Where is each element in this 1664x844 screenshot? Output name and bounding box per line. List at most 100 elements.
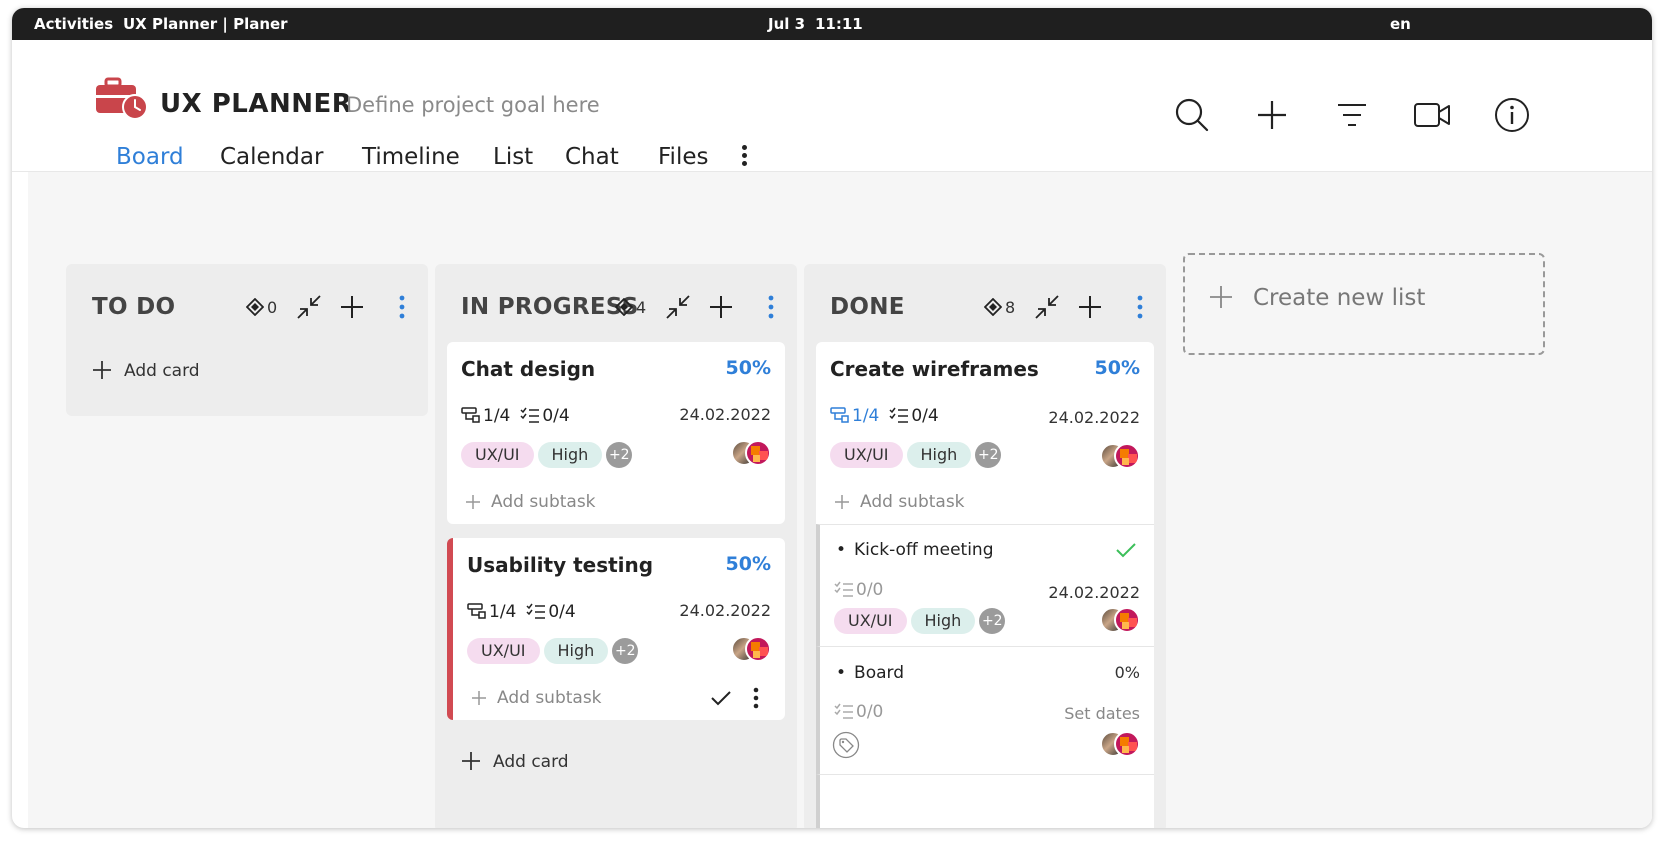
subtasks-icon[interactable] (830, 406, 850, 424)
subtask-name[interactable]: • Kick-off meeting (836, 540, 994, 560)
add-card-plus-icon[interactable] (706, 292, 736, 322)
project-title[interactable]: UX PLANNER (160, 89, 352, 119)
tag-chip[interactable]: High (537, 442, 603, 468)
add-card-button[interactable]: Add card (461, 751, 569, 772)
column-title[interactable]: TO DO (92, 294, 175, 320)
diamond-icon (614, 297, 634, 317)
filter-icon[interactable] (1332, 95, 1372, 135)
subtask-name[interactable]: • Board (836, 663, 904, 683)
tag-chip[interactable]: UX/UI (467, 638, 540, 664)
task-card[interactable]: Chat design 50% 1/4 0/4 24.02.2022 UX/UI H… (447, 342, 785, 524)
search-icon[interactable] (1172, 95, 1212, 135)
tag-chip[interactable]: High (906, 442, 972, 468)
system-date[interactable]: Jul 3 (768, 15, 805, 33)
app-header: UX PLANNER Define project goal here Boar… (12, 40, 1652, 180)
add-subtask-button[interactable]: Add subtask (465, 492, 596, 512)
plus-icon (466, 495, 480, 509)
tabs-more-icon[interactable] (734, 142, 754, 172)
checklist-icon (834, 703, 853, 719)
column-menu-icon[interactable] (756, 292, 786, 322)
add-card-plus-icon[interactable] (1075, 292, 1105, 322)
card-tags: UX/UI High +2 (467, 638, 642, 664)
card-count: 8 (983, 297, 1015, 317)
more-tags-badge[interactable]: +2 (606, 442, 633, 468)
card-menu-icon[interactable] (749, 686, 763, 710)
card-meta: 1/4 0/4 (830, 406, 939, 426)
info-icon[interactable] (1492, 95, 1532, 135)
assignee-avatars[interactable] (731, 636, 773, 662)
more-tags-badge[interactable]: +2 (975, 442, 1002, 468)
collapse-icon[interactable] (1032, 292, 1062, 322)
create-new-list-label: Create new list (1253, 285, 1426, 311)
column-in-progress: IN PROGRESS 4 Chat design 50% 1/4 0/4 24.… (435, 264, 797, 828)
card-count: 4 (614, 297, 646, 317)
tag-chip[interactable]: High (543, 638, 609, 664)
checkmark-icon[interactable] (709, 686, 733, 710)
assignee-avatars[interactable] (731, 440, 773, 466)
task-card[interactable]: Create wireframes 50% 1/4 0/4 24.02.2022 … (816, 342, 1154, 524)
tag-chip[interactable]: UX/UI (830, 442, 903, 468)
card-due-date[interactable]: 24.02.2022 (679, 601, 771, 620)
tag-icon[interactable] (832, 731, 860, 759)
add-card-button[interactable]: Add card (92, 360, 200, 381)
plus-icon (1210, 286, 1232, 308)
avatar (1114, 731, 1140, 757)
checklist-icon (889, 407, 909, 423)
tag-chip[interactable]: UX/UI (834, 608, 907, 634)
column-title[interactable]: DONE (830, 294, 905, 320)
card-progress: 50% (1094, 357, 1140, 379)
video-icon[interactable] (1412, 95, 1452, 135)
collapse-icon[interactable] (663, 292, 693, 322)
subtasks-icon (461, 407, 480, 423)
activities-button[interactable]: Activities (34, 15, 113, 33)
avatar (745, 440, 771, 466)
add-subtask-button[interactable]: Add subtask (471, 688, 602, 708)
add-card-plus-icon[interactable] (337, 292, 367, 322)
set-dates-link[interactable]: Set dates (1064, 704, 1140, 723)
card-meta: 1/4 0/4 (467, 602, 576, 622)
plus-icon[interactable] (1252, 95, 1292, 135)
checklist-icon (520, 407, 540, 423)
more-tags-badge[interactable]: +2 (979, 608, 1006, 634)
column-menu-icon[interactable] (1125, 292, 1155, 322)
subtask-item[interactable] (816, 774, 1154, 828)
assignee-avatars[interactable] (1100, 607, 1142, 633)
subtask-progress: 0% (1114, 663, 1140, 682)
column-title[interactable]: IN PROGRESS (461, 294, 639, 320)
system-time[interactable]: 11:11 (815, 15, 863, 33)
card-tags: UX/UI High +2 (830, 442, 1005, 468)
diamond-icon (983, 297, 1003, 317)
card-progress: 50% (725, 553, 771, 575)
subtask-item[interactable]: • Board 0% 0/0 Set dates (816, 646, 1154, 774)
tag-chip[interactable]: High (910, 608, 976, 634)
subtask-checklist: 0/0 (834, 702, 883, 722)
language-indicator[interactable]: en (1390, 15, 1411, 33)
tag-chip[interactable]: UX/UI (461, 442, 534, 468)
add-subtask-button[interactable]: Add subtask (834, 492, 965, 512)
subtask-due-date[interactable]: 24.02.2022 (1048, 583, 1140, 602)
assignee-avatars[interactable] (1100, 731, 1142, 757)
more-tags-badge[interactable]: +2 (612, 638, 639, 664)
project-goal-input[interactable]: Define project goal here (346, 93, 600, 117)
subtasks-icon (467, 603, 486, 619)
plus-icon (462, 752, 480, 770)
task-card[interactable]: Usability testing 50% 1/4 0/4 24.02.2022 … (447, 538, 785, 720)
done-checkmark-icon[interactable] (1114, 539, 1138, 561)
column-menu-icon[interactable] (387, 292, 417, 322)
briefcase-clock-icon (96, 77, 148, 120)
card-title[interactable]: Chat design (461, 357, 595, 381)
assignee-avatars[interactable] (1100, 443, 1142, 469)
column-todo: TO DO 0 Add card (66, 264, 428, 416)
subtask-item[interactable]: • Kick-off meeting 0/0 24.02.2022 UX/UI Hi… (816, 524, 1154, 646)
checklist-icon (526, 603, 546, 619)
card-count: 0 (245, 297, 277, 317)
avatar (1114, 443, 1140, 469)
collapse-icon[interactable] (294, 292, 324, 322)
card-due-date[interactable]: 24.02.2022 (1048, 408, 1140, 427)
subtask-tags: UX/UI High +2 (834, 608, 1009, 634)
card-due-date[interactable]: 24.02.2022 (679, 405, 771, 424)
card-title[interactable]: Create wireframes (830, 357, 1039, 381)
subtask-checklist: 0/0 (834, 580, 883, 600)
card-title[interactable]: Usability testing (467, 553, 653, 577)
create-new-list-button[interactable]: Create new list (1183, 253, 1545, 355)
